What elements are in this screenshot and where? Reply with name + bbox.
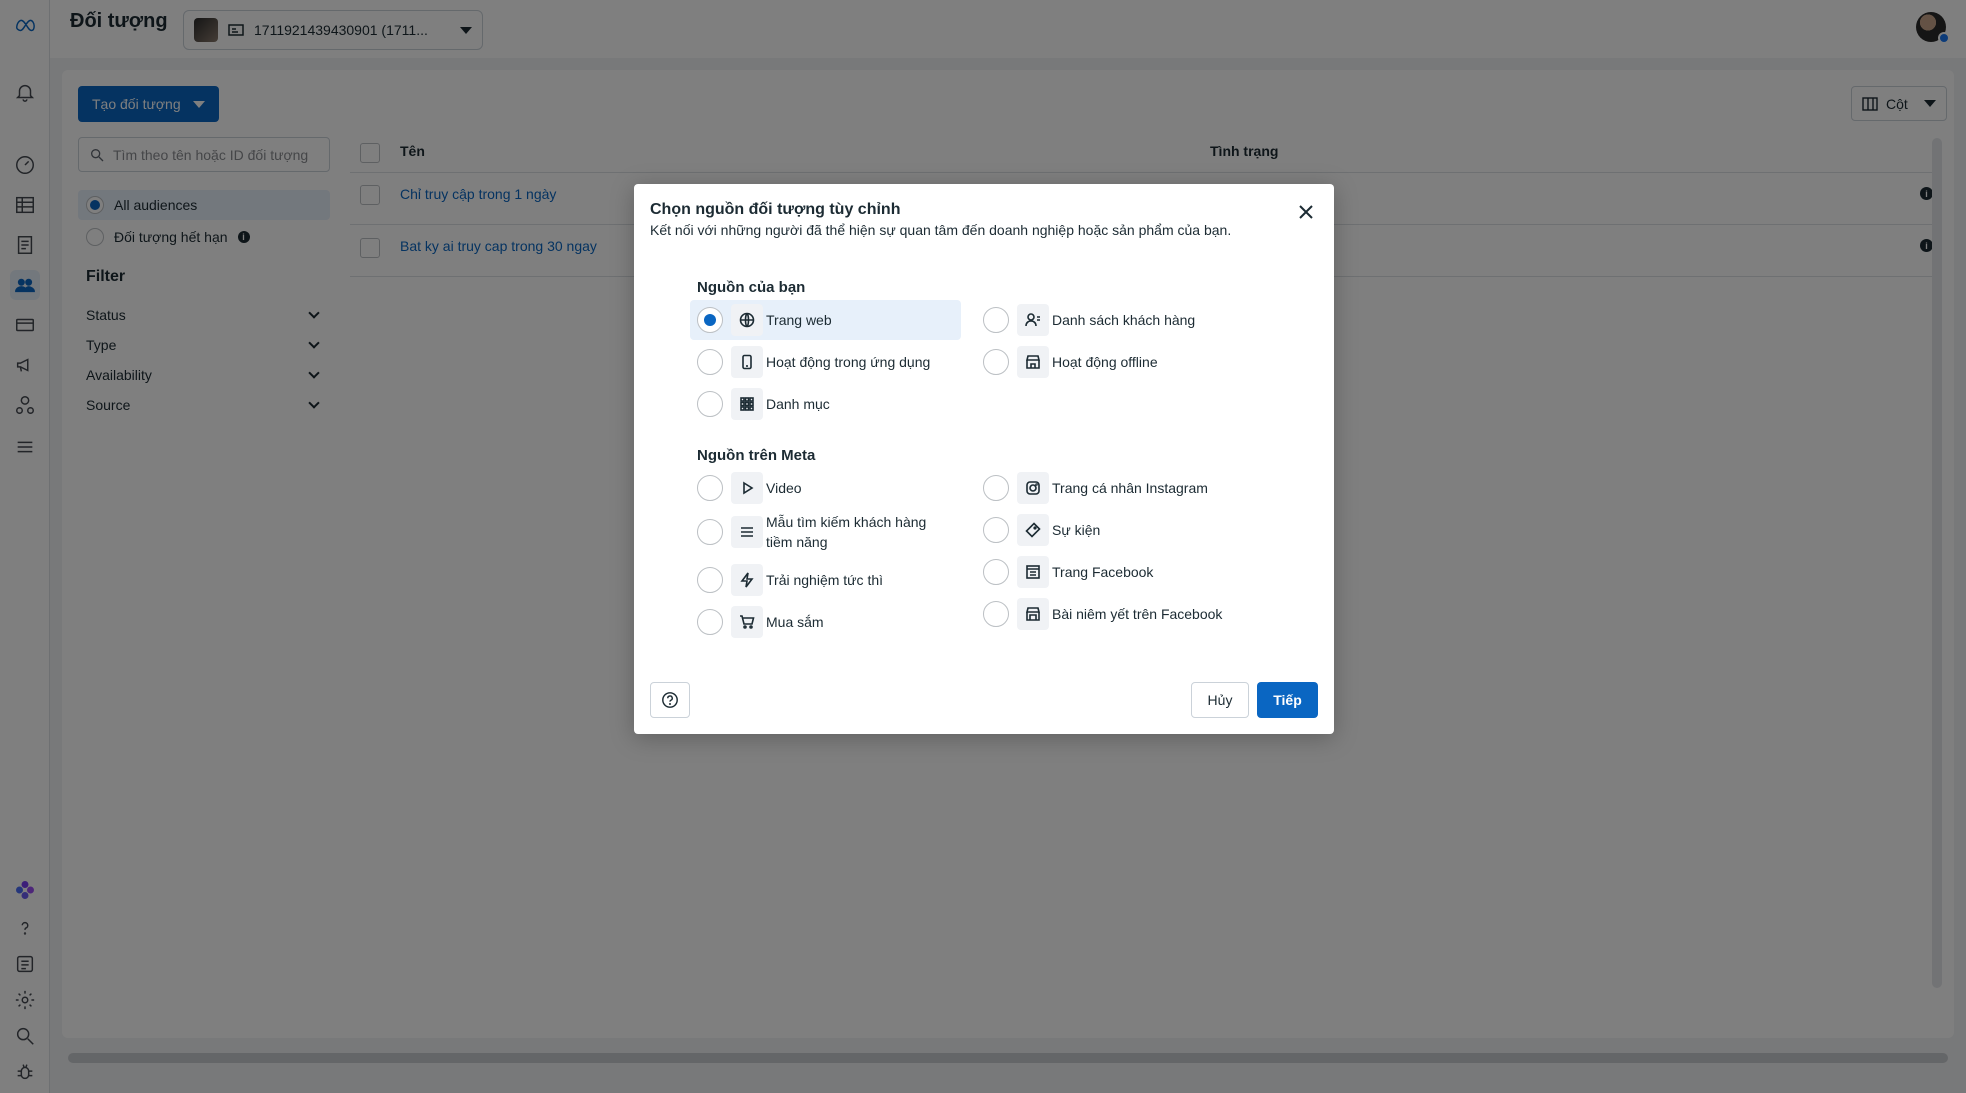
- help-button[interactable]: [650, 682, 690, 718]
- option-label: Mua sắm: [766, 614, 824, 630]
- source-option-app-activity[interactable]: Hoạt động trong ứng dụng: [690, 342, 961, 382]
- radio-unselected: [697, 391, 723, 417]
- option-label: Danh sách khách hàng: [1052, 312, 1196, 328]
- instagram-icon: [1017, 472, 1049, 504]
- radio-unselected: [697, 349, 723, 375]
- radio-unselected: [697, 475, 723, 501]
- facebook-page-icon: [1017, 556, 1049, 588]
- option-label: Trang web: [766, 312, 832, 328]
- meta-option-lead-form[interactable]: Mẫu tìm kiếm khách hàng tiềm năng: [690, 506, 961, 558]
- customer-list-icon: [1017, 304, 1049, 336]
- meta-option-shopping[interactable]: Mua sắm: [690, 602, 961, 642]
- close-icon: [1299, 205, 1313, 219]
- option-label: Sự kiện: [1052, 522, 1101, 538]
- option-label: Trải nghiệm tức thì: [766, 572, 884, 588]
- source-option-catalog[interactable]: Danh mục: [690, 384, 961, 424]
- radio-unselected: [983, 559, 1009, 585]
- dialog-subtitle: Kết nối với những người đã thể hiện sự q…: [650, 222, 1232, 238]
- ads-manager-app: Đối tượng 1711921439430901 (1711... Tạo …: [0, 0, 1966, 1093]
- cart-icon: [731, 606, 763, 638]
- radio-unselected: [697, 609, 723, 635]
- mobile-app-icon: [731, 346, 763, 378]
- next-button[interactable]: Tiếp: [1257, 682, 1318, 718]
- cancel-button[interactable]: Hủy: [1191, 682, 1249, 718]
- radio-unselected: [983, 517, 1009, 543]
- form-lines-icon: [731, 516, 763, 548]
- marketplace-icon: [1017, 598, 1049, 630]
- radio-unselected: [983, 475, 1009, 501]
- meta-option-instagram-profile[interactable]: Trang cá nhân Instagram: [976, 468, 1256, 508]
- close-button[interactable]: [1294, 200, 1318, 224]
- radio-unselected: [983, 349, 1009, 375]
- option-label: Trang Facebook: [1052, 564, 1154, 580]
- store-icon: [1017, 346, 1049, 378]
- option-label: Bài niêm yết trên Facebook: [1052, 606, 1223, 622]
- radio-selected: [697, 307, 723, 333]
- option-label: Video: [766, 480, 802, 496]
- source-option-website[interactable]: Trang web: [690, 300, 961, 340]
- meta-option-instant-experience[interactable]: Trải nghiệm tức thì: [690, 560, 961, 600]
- meta-option-events[interactable]: Sự kiện: [976, 510, 1256, 550]
- ticket-icon: [1017, 514, 1049, 546]
- catalog-grid-icon: [731, 388, 763, 420]
- custom-audience-source-dialog: Chọn nguồn đối tượng tùy chỉnh Kết nối v…: [634, 184, 1334, 734]
- option-label: Danh mục: [766, 396, 830, 412]
- meta-sources-title: Nguồn trên Meta: [697, 447, 816, 464]
- lightning-icon: [731, 564, 763, 596]
- radio-unselected: [697, 519, 723, 545]
- meta-option-marketplace-listing[interactable]: Bài niêm yết trên Facebook: [976, 594, 1256, 634]
- radio-unselected: [697, 567, 723, 593]
- option-label: Hoạt động trong ứng dụng: [766, 354, 931, 370]
- option-label: Mẫu tìm kiếm khách hàng tiềm năng: [766, 514, 927, 550]
- meta-option-video[interactable]: Video: [690, 468, 961, 508]
- meta-option-facebook-page[interactable]: Trang Facebook: [976, 552, 1256, 592]
- option-label: Hoạt động offline: [1052, 354, 1158, 370]
- radio-unselected: [983, 307, 1009, 333]
- help-question-icon: [662, 692, 678, 708]
- your-sources-title: Nguồn của bạn: [697, 279, 806, 296]
- source-option-offline-activity[interactable]: Hoạt động offline: [976, 342, 1256, 382]
- play-icon: [731, 472, 763, 504]
- option-label: Trang cá nhân Instagram: [1052, 480, 1208, 496]
- source-option-customer-list[interactable]: Danh sách khách hàng: [976, 300, 1256, 340]
- radio-unselected: [983, 601, 1009, 627]
- dialog-title: Chọn nguồn đối tượng tùy chỉnh: [650, 201, 901, 218]
- globe-icon: [731, 304, 763, 336]
